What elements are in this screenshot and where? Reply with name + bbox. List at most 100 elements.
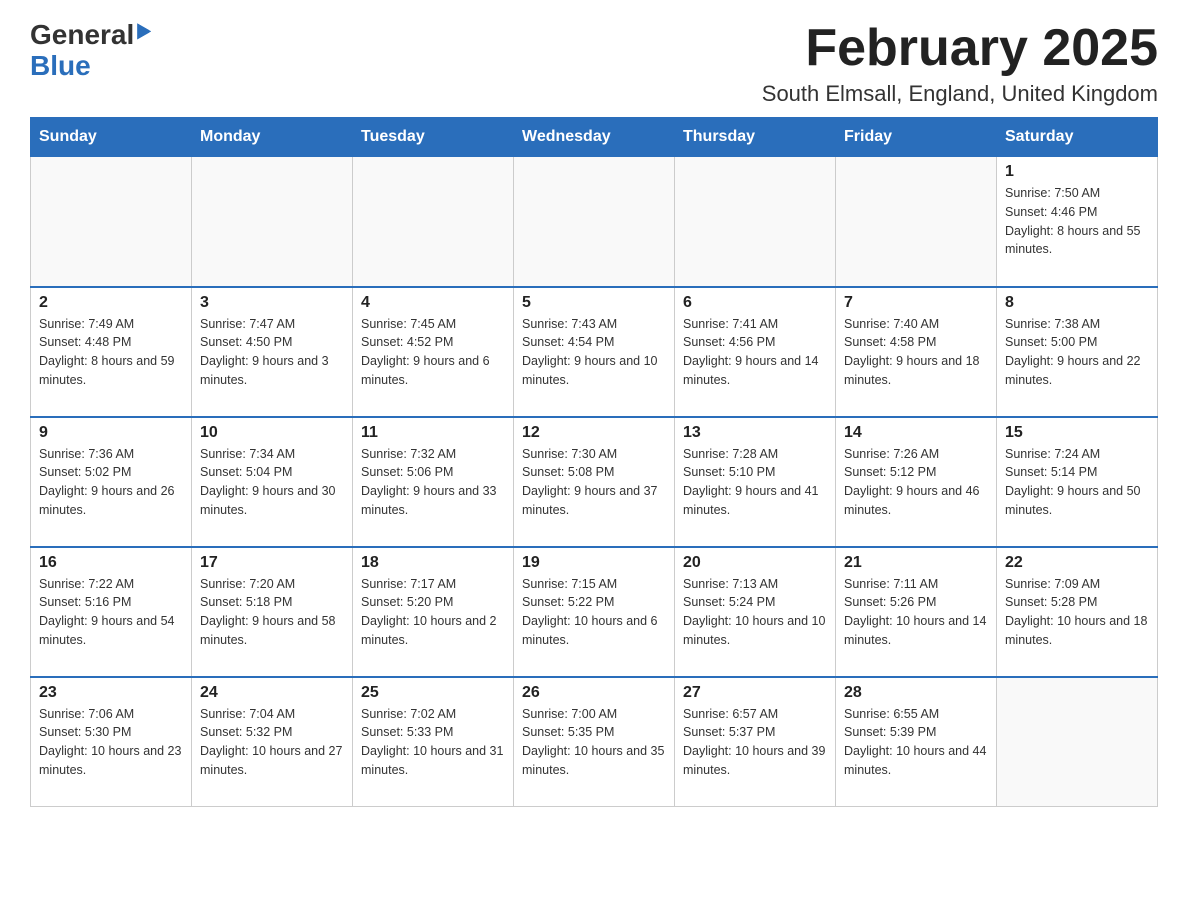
- calendar-cell: 11 Sunrise: 7:32 AMSunset: 5:06 PMDayligh…: [353, 417, 514, 547]
- calendar-cell: 28Sunrise: 6:55 AMSunset: 5:39 PMDayligh…: [836, 677, 997, 807]
- calendar-cell: [31, 157, 192, 287]
- day-info: Sunrise: 7:09 AMSunset: 5:28 PMDaylight:…: [1005, 575, 1149, 650]
- day-number: 5: [522, 294, 666, 312]
- day-number: 9: [39, 424, 183, 442]
- calendar-cell: 26 Sunrise: 7:00 AMSunset: 5:35 PMDayligh…: [514, 677, 675, 807]
- day-number: 23: [39, 684, 183, 702]
- day-number: 4: [361, 294, 505, 312]
- day-number: 21: [844, 554, 988, 572]
- calendar-cell: [836, 157, 997, 287]
- col-saturday: Saturday: [997, 118, 1158, 157]
- calendar-week-row: 16Sunrise: 7:22 AMSunset: 5:16 PMDayligh…: [31, 547, 1158, 677]
- day-number: 7: [844, 294, 988, 312]
- day-number: 10: [200, 424, 344, 442]
- calendar-cell: 17 Sunrise: 7:20 AMSunset: 5:18 PMDayligh…: [192, 547, 353, 677]
- day-info: Sunrise: 7:15 AMSunset: 5:22 PMDaylight:…: [522, 575, 666, 650]
- day-number: 22: [1005, 554, 1149, 572]
- calendar-cell: 2 Sunrise: 7:49 AMSunset: 4:48 PMDaylight…: [31, 287, 192, 417]
- col-sunday: Sunday: [31, 118, 192, 157]
- day-info: Sunrise: 7:20 AMSunset: 5:18 PMDaylight:…: [200, 575, 344, 650]
- day-info: Sunrise: 7:38 AMSunset: 5:00 PMDaylight:…: [1005, 315, 1149, 390]
- col-friday: Friday: [836, 118, 997, 157]
- day-number: 14: [844, 424, 988, 442]
- calendar-cell: 23Sunrise: 7:06 AMSunset: 5:30 PMDayligh…: [31, 677, 192, 807]
- day-number: 20: [683, 554, 827, 572]
- calendar-cell: 27 Sunrise: 6:57 AMSunset: 5:37 PMDayligh…: [675, 677, 836, 807]
- day-info: Sunrise: 7:41 AMSunset: 4:56 PMDaylight:…: [683, 315, 827, 390]
- calendar-body: 1Sunrise: 7:50 AMSunset: 4:46 PMDaylight…: [31, 157, 1158, 807]
- day-info: Sunrise: 7:26 AMSunset: 5:12 PMDaylight:…: [844, 445, 988, 520]
- col-wednesday: Wednesday: [514, 118, 675, 157]
- calendar-cell: 1Sunrise: 7:50 AMSunset: 4:46 PMDaylight…: [997, 157, 1158, 287]
- day-number: 16: [39, 554, 183, 572]
- day-info: Sunrise: 7:49 AMSunset: 4:48 PMDaylight:…: [39, 315, 183, 390]
- day-info: Sunrise: 7:28 AMSunset: 5:10 PMDaylight:…: [683, 445, 827, 520]
- logo-line1: General: [30, 20, 151, 51]
- day-number: 25: [361, 684, 505, 702]
- day-info: Sunrise: 7:13 AMSunset: 5:24 PMDaylight:…: [683, 575, 827, 650]
- calendar-cell: 12 Sunrise: 7:30 AMSunset: 5:08 PMDayligh…: [514, 417, 675, 547]
- col-thursday: Thursday: [675, 118, 836, 157]
- day-number: 13: [683, 424, 827, 442]
- calendar-cell: 7 Sunrise: 7:40 AMSunset: 4:58 PMDaylight…: [836, 287, 997, 417]
- col-monday: Monday: [192, 118, 353, 157]
- calendar-cell: 15Sunrise: 7:24 AMSunset: 5:14 PMDayligh…: [997, 417, 1158, 547]
- location-title: South Elmsall, England, United Kingdom: [762, 81, 1158, 107]
- day-info: Sunrise: 7:00 AMSunset: 5:35 PMDaylight:…: [522, 705, 666, 780]
- col-tuesday: Tuesday: [353, 118, 514, 157]
- calendar-cell: 4 Sunrise: 7:45 AMSunset: 4:52 PMDaylight…: [353, 287, 514, 417]
- calendar-cell: 3Sunrise: 7:47 AMSunset: 4:50 PMDaylight…: [192, 287, 353, 417]
- logo-arrow-icon: [137, 23, 151, 43]
- day-number: 24: [200, 684, 344, 702]
- day-number: 6: [683, 294, 827, 312]
- calendar-week-row: 9 Sunrise: 7:36 AMSunset: 5:02 PMDaylight…: [31, 417, 1158, 547]
- calendar-cell: 8 Sunrise: 7:38 AMSunset: 5:00 PMDaylight…: [997, 287, 1158, 417]
- logo-blue-text: Blue: [30, 51, 151, 82]
- day-number: 26: [522, 684, 666, 702]
- calendar-cell: [514, 157, 675, 287]
- day-info: Sunrise: 7:24 AMSunset: 5:14 PMDaylight:…: [1005, 445, 1149, 520]
- day-number: 3: [200, 294, 344, 312]
- calendar-cell: 14 Sunrise: 7:26 AMSunset: 5:12 PMDayligh…: [836, 417, 997, 547]
- calendar-cell: 13 Sunrise: 7:28 AMSunset: 5:10 PMDayligh…: [675, 417, 836, 547]
- calendar-cell: 18Sunrise: 7:17 AMSunset: 5:20 PMDayligh…: [353, 547, 514, 677]
- calendar-cell: 24Sunrise: 7:04 AMSunset: 5:32 PMDayligh…: [192, 677, 353, 807]
- day-number: 18: [361, 554, 505, 572]
- calendar-week-row: 1Sunrise: 7:50 AMSunset: 4:46 PMDaylight…: [31, 157, 1158, 287]
- day-number: 8: [1005, 294, 1149, 312]
- calendar-cell: 10 Sunrise: 7:34 AMSunset: 5:04 PMDayligh…: [192, 417, 353, 547]
- day-info: Sunrise: 7:11 AMSunset: 5:26 PMDaylight:…: [844, 575, 988, 650]
- day-number: 11: [361, 424, 505, 442]
- day-number: 1: [1005, 163, 1149, 181]
- calendar-cell: [353, 157, 514, 287]
- calendar-cell: [675, 157, 836, 287]
- day-number: 17: [200, 554, 344, 572]
- calendar-cell: 16Sunrise: 7:22 AMSunset: 5:16 PMDayligh…: [31, 547, 192, 677]
- calendar-header: Sunday Monday Tuesday Wednesday Thursday…: [31, 118, 1158, 157]
- days-of-week-row: Sunday Monday Tuesday Wednesday Thursday…: [31, 118, 1158, 157]
- day-info: Sunrise: 7:40 AMSunset: 4:58 PMDaylight:…: [844, 315, 988, 390]
- day-number: 28: [844, 684, 988, 702]
- calendar-cell: 5 Sunrise: 7:43 AMSunset: 4:54 PMDaylight…: [514, 287, 675, 417]
- day-info: Sunrise: 7:30 AMSunset: 5:08 PMDaylight:…: [522, 445, 666, 520]
- day-info: Sunrise: 7:43 AMSunset: 4:54 PMDaylight:…: [522, 315, 666, 390]
- calendar-week-row: 2 Sunrise: 7:49 AMSunset: 4:48 PMDaylight…: [31, 287, 1158, 417]
- day-number: 12: [522, 424, 666, 442]
- calendar-cell: 22 Sunrise: 7:09 AMSunset: 5:28 PMDayligh…: [997, 547, 1158, 677]
- day-info: Sunrise: 7:34 AMSunset: 5:04 PMDaylight:…: [200, 445, 344, 520]
- day-number: 27: [683, 684, 827, 702]
- month-title: February 2025: [762, 20, 1158, 77]
- title-area: February 2025 South Elmsall, England, Un…: [762, 20, 1158, 107]
- day-info: Sunrise: 7:02 AMSunset: 5:33 PMDaylight:…: [361, 705, 505, 780]
- logo: General Blue: [30, 20, 151, 82]
- day-info: Sunrise: 7:32 AMSunset: 5:06 PMDaylight:…: [361, 445, 505, 520]
- calendar-week-row: 23Sunrise: 7:06 AMSunset: 5:30 PMDayligh…: [31, 677, 1158, 807]
- day-info: Sunrise: 6:57 AMSunset: 5:37 PMDaylight:…: [683, 705, 827, 780]
- calendar-cell: 25 Sunrise: 7:02 AMSunset: 5:33 PMDayligh…: [353, 677, 514, 807]
- day-info: Sunrise: 7:36 AMSunset: 5:02 PMDaylight:…: [39, 445, 183, 520]
- calendar-cell: [997, 677, 1158, 807]
- day-info: Sunrise: 7:45 AMSunset: 4:52 PMDaylight:…: [361, 315, 505, 390]
- calendar-table: Sunday Monday Tuesday Wednesday Thursday…: [30, 117, 1158, 807]
- page-header: General Blue February 2025 South Elmsall…: [30, 20, 1158, 107]
- day-number: 2: [39, 294, 183, 312]
